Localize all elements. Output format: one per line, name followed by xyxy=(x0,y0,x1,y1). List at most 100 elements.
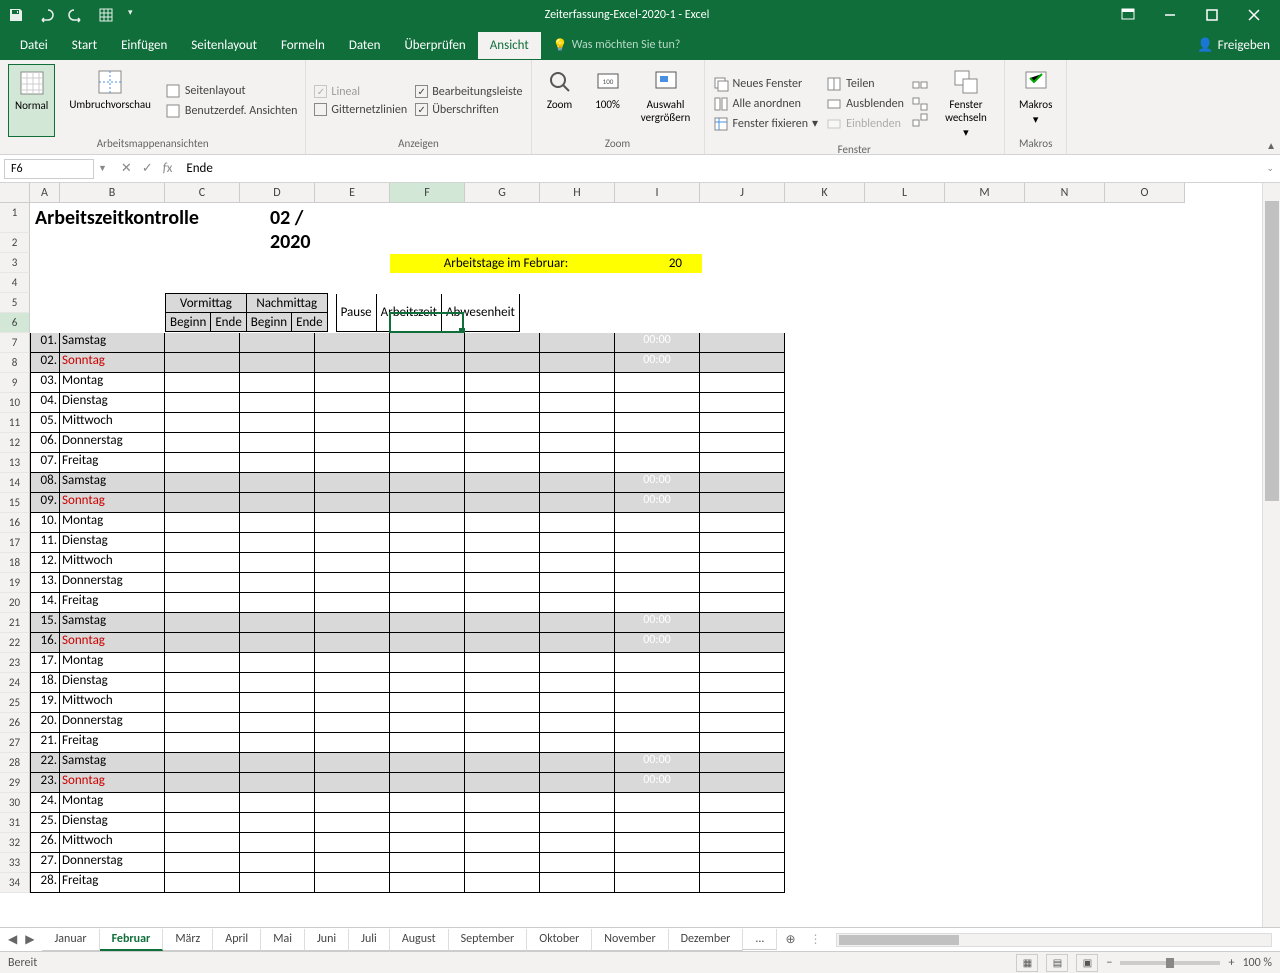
menu-tab-überprüfen[interactable]: Überprüfen xyxy=(392,32,477,59)
col-header-A[interactable]: A xyxy=(30,183,60,203)
row-header-15[interactable]: 15 xyxy=(0,493,30,513)
spreadsheet-grid[interactable]: ABCDEFGHIJKLMNO 123456789101112131415161… xyxy=(0,183,1280,927)
row-header-1[interactable]: 1 xyxy=(0,203,30,233)
row-header-31[interactable]: 31 xyxy=(0,813,30,833)
table-row[interactable]: 19.Mittwoch xyxy=(30,693,785,713)
table-row[interactable]: 16.Sonntag00:00 xyxy=(30,633,785,653)
zoom-selection-button[interactable]: Auswahl vergrößern xyxy=(636,64,696,137)
row-header-25[interactable]: 25 xyxy=(0,693,30,713)
view-pagebreak-button[interactable]: Umbruchvorschau xyxy=(63,64,157,137)
vertical-scrollbar[interactable] xyxy=(1262,183,1280,927)
cancel-formula-icon[interactable]: ✕ xyxy=(121,161,132,176)
row-header-22[interactable]: 22 xyxy=(0,633,30,653)
save-icon[interactable] xyxy=(8,7,24,23)
table-row[interactable]: 06.Donnerstag xyxy=(30,433,785,453)
view-custom-button[interactable]: Benutzerdef. Ansichten xyxy=(165,101,298,121)
switch-windows-button[interactable]: Fenster wechseln ▾ xyxy=(936,64,996,143)
row-header-14[interactable]: 14 xyxy=(0,473,30,493)
row-header-28[interactable]: 28 xyxy=(0,753,30,773)
sheet-tab-april[interactable]: April xyxy=(213,929,261,951)
tab-nav-next-icon[interactable]: ▶ xyxy=(25,932,34,947)
sheet-tab-august[interactable]: August xyxy=(390,929,449,951)
table-row[interactable]: 18.Dienstag xyxy=(30,673,785,693)
chk-bearbeitungsleiste[interactable]: ✓Bearbeitungsleiste xyxy=(415,83,522,101)
row-header-6[interactable]: 6 xyxy=(0,313,30,333)
share-button[interactable]: 👤 Freigeben xyxy=(1187,34,1280,57)
row-header-2[interactable]: 2 xyxy=(0,233,30,253)
add-sheet-button[interactable]: ⊕ xyxy=(777,932,803,947)
menu-tab-datei[interactable]: Datei xyxy=(8,32,60,59)
row-header-34[interactable]: 34 xyxy=(0,873,30,893)
col-header-B[interactable]: B xyxy=(60,183,165,203)
zoom-100-button[interactable]: 100100% xyxy=(588,64,628,137)
table-row[interactable]: 04.Dienstag xyxy=(30,393,785,413)
select-all-corner[interactable] xyxy=(0,183,30,203)
tabs-more[interactable]: ... xyxy=(743,929,777,950)
qat-more-icon[interactable]: ▾ xyxy=(128,7,144,23)
sheet-tab-dezember[interactable]: Dezember xyxy=(669,929,744,951)
col-header-E[interactable]: E xyxy=(315,183,390,203)
table-row[interactable]: 24.Montag xyxy=(30,793,785,813)
table-row[interactable]: 25.Dienstag xyxy=(30,813,785,833)
col-header-O[interactable]: O xyxy=(1105,183,1185,203)
row-header-19[interactable]: 19 xyxy=(0,573,30,593)
row-header-27[interactable]: 27 xyxy=(0,733,30,753)
row-header-23[interactable]: 23 xyxy=(0,653,30,673)
row-header-12[interactable]: 12 xyxy=(0,433,30,453)
menu-tab-ansicht[interactable]: Ansicht xyxy=(478,32,541,59)
horizontal-scroll-thumb[interactable] xyxy=(839,935,959,945)
undo-icon[interactable] xyxy=(38,7,54,23)
vertical-scroll-thumb[interactable] xyxy=(1265,201,1279,501)
row-header-4[interactable]: 4 xyxy=(0,273,30,293)
row-header-8[interactable]: 8 xyxy=(0,353,30,373)
menu-tab-formeln[interactable]: Formeln xyxy=(269,32,337,59)
col-header-L[interactable]: L xyxy=(865,183,945,203)
table-row[interactable]: 22.Samstag00:00 xyxy=(30,753,785,773)
row-header-11[interactable]: 11 xyxy=(0,413,30,433)
col-header-F[interactable]: F xyxy=(390,183,465,203)
macros-button[interactable]: Makros ▾ xyxy=(1013,64,1058,137)
table-row[interactable]: 07.Freitag xyxy=(30,453,785,473)
table-row[interactable]: 26.Mittwoch xyxy=(30,833,785,853)
row-header-7[interactable]: 7 xyxy=(0,333,30,353)
fx-icon[interactable]: fx xyxy=(163,161,173,176)
new-window-button[interactable]: Neues Fenster xyxy=(713,74,819,94)
grid-icon[interactable] xyxy=(98,7,114,23)
chk-ueberschriften[interactable]: ✓Überschriften xyxy=(415,101,522,119)
view-pagelayout-button[interactable]: Seitenlayout xyxy=(165,81,298,101)
row-header-29[interactable]: 29 xyxy=(0,773,30,793)
expand-formula-icon[interactable]: ⌄ xyxy=(1260,163,1280,174)
col-header-M[interactable]: M xyxy=(945,183,1025,203)
minimize-button[interactable] xyxy=(1152,1,1188,29)
zoom-out-button[interactable]: − xyxy=(1106,956,1112,970)
arrange-all-button[interactable]: Alle anordnen xyxy=(713,94,819,114)
menu-tab-daten[interactable]: Daten xyxy=(337,32,393,59)
confirm-formula-icon[interactable]: ✓ xyxy=(142,161,153,176)
table-row[interactable]: 15.Samstag00:00 xyxy=(30,613,785,633)
zoom-level[interactable]: 100 % xyxy=(1242,956,1272,970)
col-header-D[interactable]: D xyxy=(240,183,315,203)
row-header-32[interactable]: 32 xyxy=(0,833,30,853)
row-header-3[interactable]: 3 xyxy=(0,253,30,273)
maximize-button[interactable] xyxy=(1194,1,1230,29)
hide-button[interactable]: Ausblenden xyxy=(826,94,904,114)
table-row[interactable]: 03.Montag xyxy=(30,373,785,393)
sheet-tab-november[interactable]: November xyxy=(592,929,668,951)
formula-input[interactable] xyxy=(180,159,1260,178)
table-row[interactable]: 09.Sonntag00:00 xyxy=(30,493,785,513)
row-header-16[interactable]: 16 xyxy=(0,513,30,533)
table-row[interactable]: 27.Donnerstag xyxy=(30,853,785,873)
tab-nav-prev-icon[interactable]: ◀ xyxy=(8,932,17,947)
sheet-tab-mai[interactable]: Mai xyxy=(261,929,305,951)
horizontal-scrollbar[interactable] xyxy=(836,933,1272,947)
menu-tab-seitenlayout[interactable]: Seitenlayout xyxy=(179,32,269,59)
ribbon-options-icon[interactable] xyxy=(1110,1,1146,29)
view-normal-icon[interactable]: ▦ xyxy=(1016,954,1038,972)
view-pagebreak-icon[interactable]: ▣ xyxy=(1076,954,1098,972)
sheet-tab-juli[interactable]: Juli xyxy=(349,929,390,951)
tab-splitter[interactable]: ⋮ xyxy=(804,932,828,947)
row-header-17[interactable]: 17 xyxy=(0,533,30,553)
table-row[interactable]: 01.Samstag00:00 xyxy=(30,333,785,353)
row-header-5[interactable]: 5 xyxy=(0,293,30,313)
col-header-J[interactable]: J xyxy=(700,183,785,203)
